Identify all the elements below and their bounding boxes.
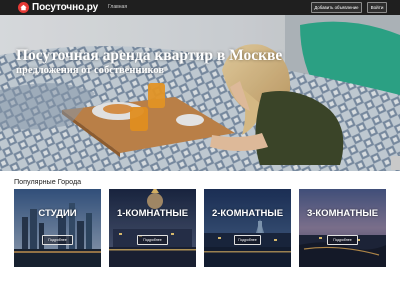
card-photo: [204, 189, 291, 267]
card-photo: [299, 189, 386, 267]
brand-logo[interactable]: Посуточно.ру: [18, 1, 98, 14]
card-2-room[interactable]: 2-КОМНАТНЫЕ Подробнее: [204, 189, 291, 267]
card-3-room[interactable]: 3-КОМНАТНЫЕ Подробнее: [299, 189, 386, 267]
card-title: 3-КОМНАТНЫЕ: [306, 208, 379, 219]
card-more-button[interactable]: Подробнее: [42, 235, 73, 245]
hero-title: Посуточная аренда квартир в Москве: [16, 47, 283, 64]
card-more-button[interactable]: Подробнее: [327, 235, 358, 245]
card-photo: [14, 189, 101, 267]
brand-name: Посуточно.ру: [32, 2, 99, 13]
top-navbar: Посуточно.ру Главная Добавить объявление…: [0, 0, 400, 15]
card-photo: [109, 189, 196, 267]
hero-photo: [0, 15, 400, 171]
login-button[interactable]: Войти: [367, 2, 387, 13]
card-more-button[interactable]: Подробнее: [137, 235, 168, 245]
section-title: Популярные Города: [14, 177, 82, 186]
house-icon: [18, 2, 29, 13]
add-listing-button[interactable]: Добавить объявление: [311, 2, 362, 13]
card-title: СТУДИИ: [38, 208, 77, 219]
card-title: 2-КОМНАТНЫЕ: [211, 208, 284, 219]
card-more-button[interactable]: Подробнее: [234, 235, 261, 245]
hero-banner: Посуточная аренда квартир в Москве предл…: [0, 15, 400, 171]
category-cards: СТУДИИ Подробнее 1-КОМНАТНЫЕ Подробнее 2…: [0, 189, 400, 267]
card-1-room[interactable]: 1-КОМНАТНЫЕ Подробнее: [109, 189, 196, 267]
scroll-tab[interactable]: [391, 156, 400, 170]
hero-subtitle: предложения от собственников: [16, 65, 165, 76]
card-studios[interactable]: СТУДИИ Подробнее: [14, 189, 101, 267]
nav-link-home[interactable]: Главная: [108, 3, 127, 11]
card-title: 1-КОМНАТНЫЕ: [116, 208, 189, 219]
